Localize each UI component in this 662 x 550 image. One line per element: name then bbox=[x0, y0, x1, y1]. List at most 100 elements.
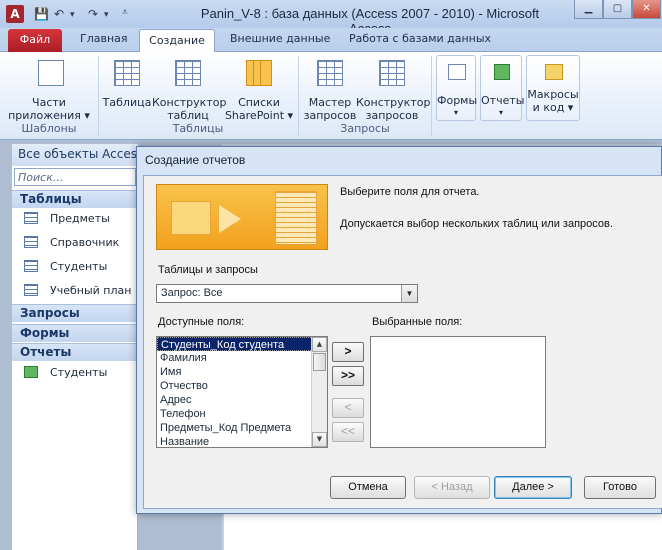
reports-dropdown-icon: ▾ bbox=[498, 108, 503, 117]
nav-item-label: Предметы bbox=[50, 212, 110, 225]
nav-item-label: Студенты bbox=[50, 366, 108, 379]
tables-queries-select[interactable]: Запрос: Все ▼ bbox=[156, 284, 418, 303]
move-all-button[interactable]: >> bbox=[332, 366, 364, 386]
nav-pane-header[interactable]: Все объекты Access bbox=[12, 144, 138, 166]
available-fields-label: Доступные поля: bbox=[158, 316, 245, 328]
scrollbar-thumb[interactable] bbox=[313, 353, 326, 371]
query-designer-label-1: Конструктор bbox=[356, 96, 431, 109]
query-wizard-button[interactable]: Мастер запросов bbox=[302, 56, 358, 124]
list-item[interactable]: Телефон bbox=[157, 407, 327, 421]
remove-one-button[interactable]: < bbox=[332, 398, 364, 418]
available-fields-list[interactable]: Студенты_Код студента Фамилия Имя Отчест… bbox=[156, 336, 328, 448]
reports-button[interactable]: Отчеты ▾ bbox=[480, 55, 524, 121]
nav-item-table[interactable]: Предметы bbox=[12, 208, 138, 230]
nav-item-table[interactable]: Студенты bbox=[12, 256, 138, 278]
tab-database-tools[interactable]: Работа с базами данных bbox=[349, 32, 491, 45]
hint-text: Допускается выбор нескольких таблиц или … bbox=[340, 218, 613, 230]
app-parts-button[interactable]: Части приложения ▾ bbox=[4, 56, 94, 124]
title-bar: A 💾 ↶ ▾ ↷ ▾ ⩡ Panin_V-8 : база данных (A… bbox=[0, 0, 662, 36]
report-wizard-illustration-icon bbox=[156, 184, 328, 250]
undo-dropdown-icon[interactable]: ▾ bbox=[70, 10, 75, 20]
query-wizard-icon bbox=[317, 60, 343, 86]
ribbon: Части приложения ▾ Шаблоны Таблица Констр… bbox=[0, 52, 662, 140]
navigation-pane: Все объекты Access Поиск... Таблицы Пред… bbox=[12, 144, 138, 550]
move-one-button[interactable]: > bbox=[332, 342, 364, 362]
scroll-down-icon[interactable]: ▼ bbox=[312, 432, 327, 447]
cancel-button[interactable]: Отмена bbox=[330, 476, 406, 499]
macros-code-button[interactable]: Макросы и код ▾ bbox=[526, 55, 580, 121]
instruction-text: Выберите поля для отчета. bbox=[340, 186, 480, 198]
vertical-scrollbar[interactable]: ▲ ▼ bbox=[311, 337, 327, 447]
list-item[interactable]: Студенты_Код студента bbox=[157, 337, 327, 351]
table-designer-label-2: таблиц bbox=[167, 109, 209, 122]
minimize-icon[interactable]: ▁ bbox=[574, 0, 603, 19]
save-icon[interactable]: 💾 bbox=[34, 7, 49, 21]
selected-fields-list[interactable] bbox=[370, 336, 546, 448]
app-parts-label-2: приложения bbox=[8, 109, 81, 122]
tab-home[interactable]: Главная bbox=[80, 32, 128, 45]
report-page-graphic bbox=[275, 191, 317, 245]
query-designer-label-2: запросов bbox=[365, 109, 419, 122]
finish-button[interactable]: Готово bbox=[584, 476, 656, 499]
list-item[interactable]: Название bbox=[157, 435, 327, 447]
redo-dropdown-icon[interactable]: ▾ bbox=[104, 10, 109, 20]
sharepoint-lists-button[interactable]: Списки SharePoint ▾ bbox=[224, 56, 294, 124]
nav-item-report[interactable]: Студенты bbox=[12, 362, 138, 384]
group-label-templates: Шаблоны bbox=[21, 122, 77, 135]
table-label: Таблица bbox=[102, 96, 152, 109]
qat-customize-icon[interactable]: ⩡ bbox=[122, 7, 128, 18]
list-item[interactable]: Имя bbox=[157, 365, 327, 379]
nav-search-input[interactable]: Поиск... bbox=[14, 168, 136, 186]
app-parts-label-1: Части bbox=[32, 96, 66, 109]
sharepoint-label-1: Списки bbox=[238, 96, 280, 109]
list-item[interactable]: Фамилия bbox=[157, 351, 327, 365]
group-separator bbox=[298, 56, 299, 136]
forms-label: Формы bbox=[437, 94, 478, 107]
group-separator bbox=[98, 56, 99, 136]
nav-group-tables[interactable]: Таблицы bbox=[12, 190, 138, 208]
tab-external-data[interactable]: Внешние данные bbox=[230, 32, 330, 45]
table-icon bbox=[24, 260, 38, 272]
nav-item-label: Учебный план bbox=[50, 284, 132, 297]
access-logo-icon[interactable]: A bbox=[6, 5, 24, 23]
table-button[interactable]: Таблица bbox=[102, 56, 152, 124]
undo-icon[interactable]: ↶ bbox=[54, 7, 64, 21]
close-icon[interactable]: ✕ bbox=[632, 0, 661, 19]
list-item[interactable]: Адрес bbox=[157, 393, 327, 407]
nav-group-reports[interactable]: Отчеты bbox=[12, 343, 138, 361]
report-icon bbox=[24, 366, 38, 378]
maximize-icon[interactable]: ▢ bbox=[603, 0, 632, 19]
back-button[interactable]: < Назад bbox=[414, 476, 490, 499]
nav-group-forms[interactable]: Формы bbox=[12, 324, 138, 342]
table-designer-label-1: Конструктор bbox=[152, 96, 227, 109]
table-designer-button[interactable]: Конструктор таблиц bbox=[152, 56, 227, 124]
redo-icon[interactable]: ↷ bbox=[88, 7, 98, 21]
tab-file[interactable]: Файл bbox=[8, 29, 62, 52]
selected-query-value: Запрос: Все bbox=[161, 287, 223, 299]
next-button[interactable]: Далее > bbox=[494, 476, 572, 499]
selected-fields-label: Выбранные поля: bbox=[372, 316, 463, 328]
macros-label-2: и код bbox=[532, 101, 565, 114]
forms-button[interactable]: Формы ▾ bbox=[436, 55, 478, 121]
table-icon bbox=[24, 212, 38, 224]
sharepoint-label-2: SharePoint bbox=[224, 109, 285, 122]
query-designer-button[interactable]: Конструктор запросов bbox=[356, 56, 431, 124]
dialog-body: Выберите поля для отчета. Допускается вы… bbox=[143, 175, 662, 509]
nav-item-table[interactable]: Учебный план bbox=[12, 280, 138, 302]
scroll-up-icon[interactable]: ▲ bbox=[312, 337, 327, 352]
dialog-title: Создание отчетов bbox=[145, 153, 246, 167]
list-item[interactable]: Предметы_Код Предмета bbox=[157, 421, 327, 435]
query-wizard-label-1: Мастер bbox=[308, 96, 352, 109]
nav-item-table[interactable]: Справочник bbox=[12, 232, 138, 254]
arrow-graphic bbox=[219, 205, 241, 233]
tables-stack-graphic bbox=[171, 201, 211, 235]
tab-create[interactable]: Создание bbox=[139, 29, 215, 53]
nav-group-queries[interactable]: Запросы bbox=[12, 304, 138, 322]
query-designer-icon bbox=[379, 60, 405, 86]
nav-item-label: Справочник bbox=[50, 236, 120, 249]
chevron-down-icon[interactable]: ▼ bbox=[401, 285, 417, 302]
macros-icon bbox=[545, 64, 563, 80]
remove-all-button[interactable]: << bbox=[332, 422, 364, 442]
list-item[interactable]: Отчество bbox=[157, 379, 327, 393]
group-separator bbox=[431, 56, 432, 136]
